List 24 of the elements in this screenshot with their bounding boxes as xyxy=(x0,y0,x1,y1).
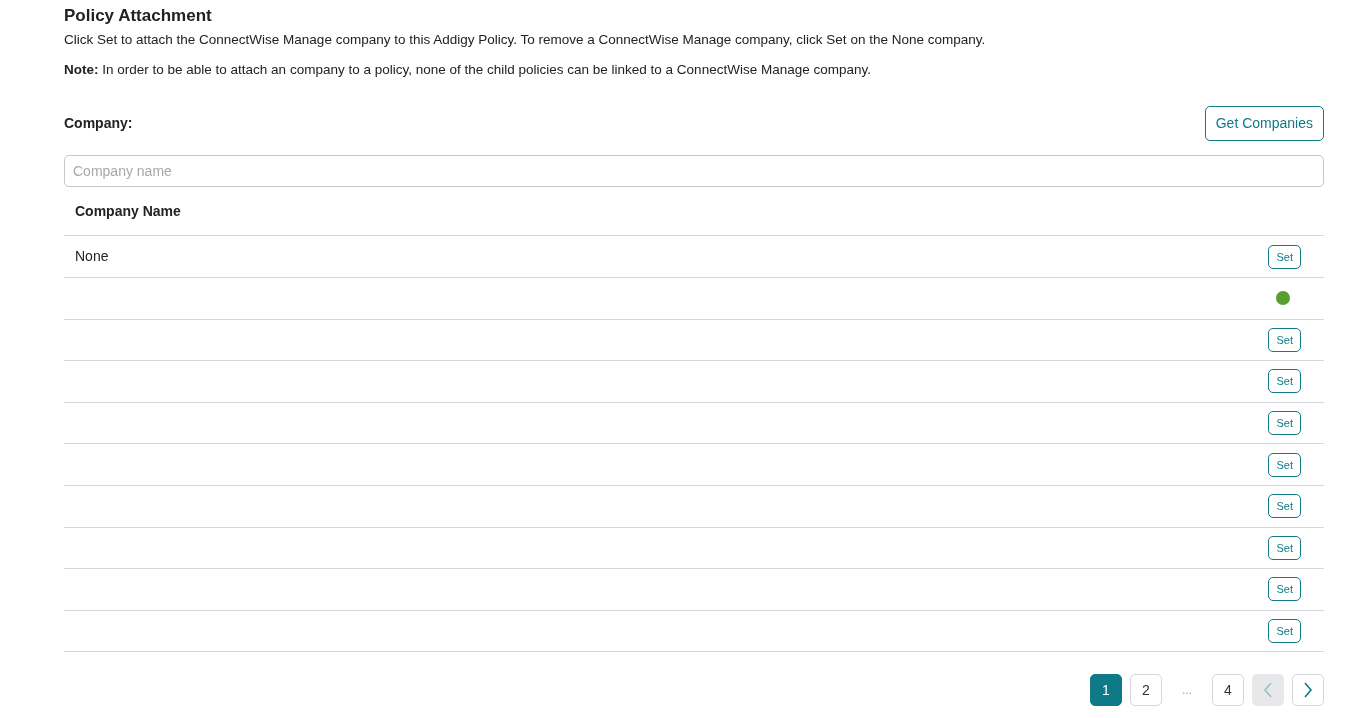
set-button[interactable]: Set xyxy=(1268,452,1301,477)
set-button[interactable]: Set xyxy=(1268,619,1301,644)
section-title: Policy Attachment xyxy=(64,6,213,27)
page-button[interactable]: 2 xyxy=(1130,674,1162,707)
get-companies-button[interactable]: Get Companies xyxy=(1204,106,1324,142)
table-cell-text: None xyxy=(75,247,109,267)
note-text: Note: In order to be able to attach an company to a policy, none of the child policies can be linked to a ConnectWise Manage company. xyxy=(64,61,872,80)
page-button[interactable]: 4 xyxy=(1212,674,1244,707)
ellipsis-text: ... xyxy=(1181,682,1193,700)
set-button[interactable]: Set xyxy=(1268,411,1301,436)
chevron-left-icon xyxy=(1263,682,1273,699)
set-button[interactable]: Set xyxy=(1268,494,1301,519)
chevron-right-icon xyxy=(1303,682,1313,699)
set-button[interactable]: Set xyxy=(1268,535,1301,560)
search-field[interactable]: Company name xyxy=(64,155,1324,188)
page-button[interactable]: 1 xyxy=(1090,674,1122,707)
set-button[interactable]: Set xyxy=(1268,577,1301,602)
field-label: Company: xyxy=(64,114,133,134)
set-button[interactable]: Set xyxy=(1268,244,1301,269)
set-button[interactable]: Set xyxy=(1268,327,1301,352)
description-text: Click Set to attach the ConnectWise Manage company to this Addigy Policy. To remove a ConnectWise Manage company, click Set on the None company. xyxy=(64,31,987,50)
column-header: Company Name xyxy=(75,201,181,221)
set-button[interactable]: Set xyxy=(1268,369,1301,394)
next-page-button[interactable] xyxy=(1292,674,1324,707)
